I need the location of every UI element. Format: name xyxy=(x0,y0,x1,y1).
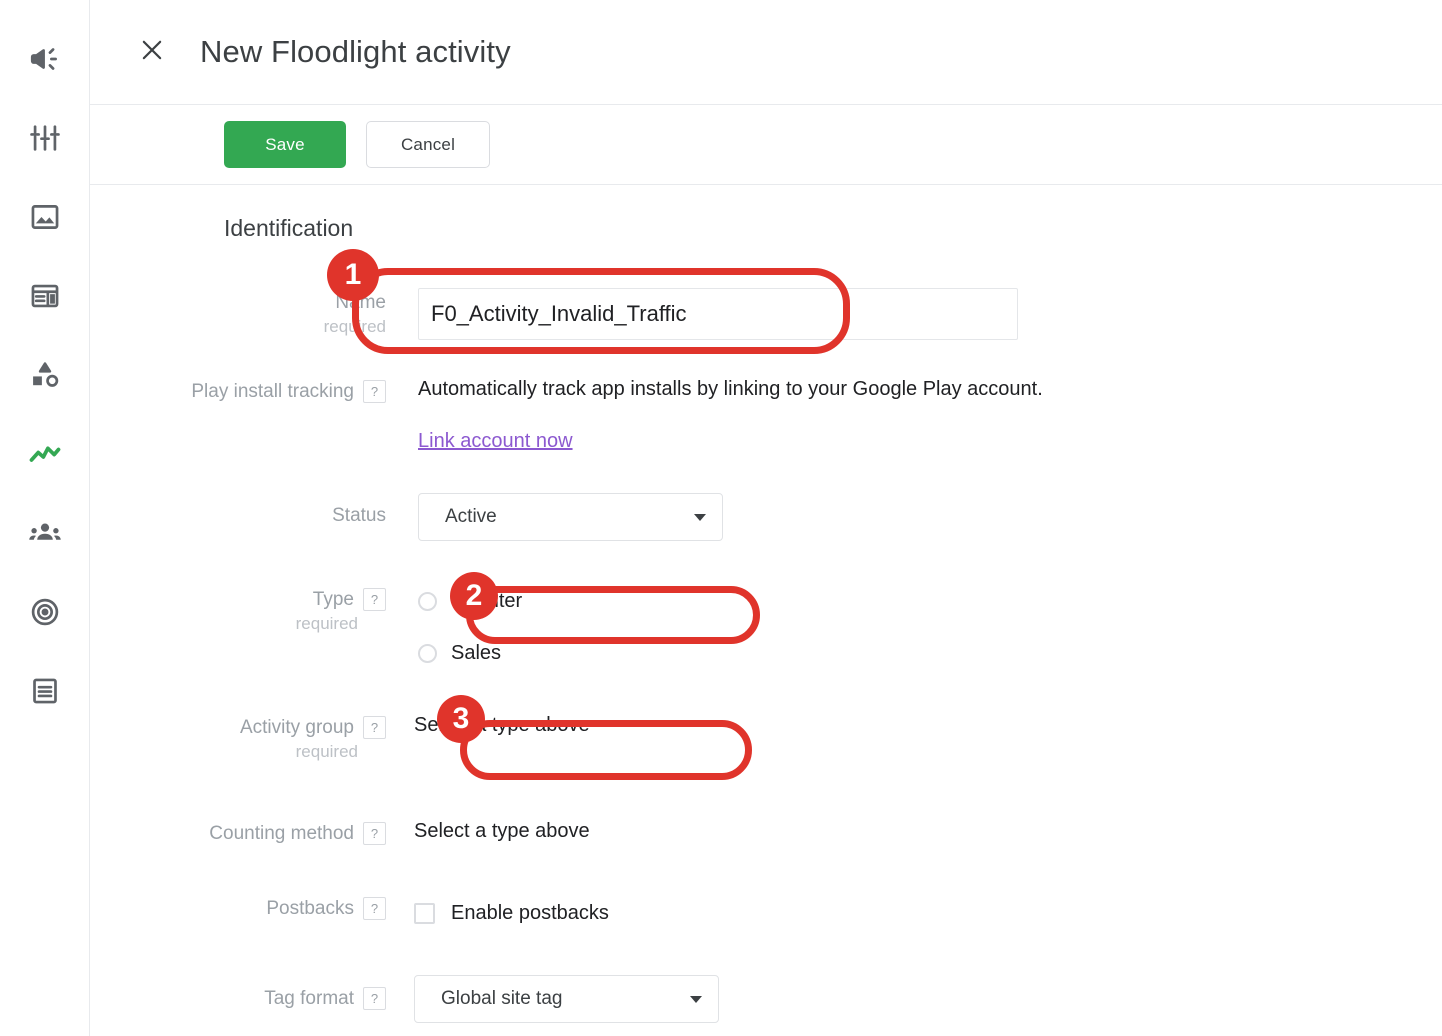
help-question-icon[interactable]: ? xyxy=(363,588,386,611)
save-button[interactable]: Save xyxy=(224,121,346,168)
field-row-type: Type ? required Counter Sales xyxy=(90,580,1442,674)
type-counter-label: Counter xyxy=(451,590,522,613)
section-title-identification: Identification xyxy=(90,185,1442,242)
activity-group-label-cell: Activity group ? required xyxy=(90,712,400,762)
sidebar-item-audiences[interactable] xyxy=(17,504,73,562)
tune-sliders-icon xyxy=(28,121,62,155)
counting-method-field-cell: Select a type above xyxy=(400,818,1442,844)
status-label: Status xyxy=(332,505,386,527)
action-toolbar: Save Cancel xyxy=(90,105,1442,185)
type-sales-label: Sales xyxy=(451,642,501,665)
page-title: New Floodlight activity xyxy=(200,34,511,70)
close-icon xyxy=(137,35,167,70)
postbacks-label-cell: Postbacks ? xyxy=(90,893,400,920)
chevron-down-icon xyxy=(694,514,706,521)
sidebar-item-placements[interactable] xyxy=(17,267,73,325)
postbacks-label: Postbacks xyxy=(266,898,354,920)
application-window: New Floodlight activity Save Cancel Iden… xyxy=(0,0,1442,1036)
tag-format-label: Tag format xyxy=(264,988,354,1010)
field-row-counting-method: Counting method ? Select a type above xyxy=(90,818,1442,845)
type-label-cell: Type ? required xyxy=(90,580,400,634)
sidebar-item-reporting[interactable] xyxy=(17,425,73,483)
checkbox-unchecked-icon xyxy=(414,903,435,924)
counting-method-value: Select a type above xyxy=(414,818,1442,844)
enable-postbacks-label: Enable postbacks xyxy=(451,902,609,925)
activity-group-field-cell: Select a type above xyxy=(400,712,1442,738)
type-label: Type xyxy=(313,589,354,611)
activity-group-required-label: required xyxy=(90,742,386,762)
help-question-icon[interactable]: ? xyxy=(363,380,386,403)
list-document-icon xyxy=(28,674,62,708)
play-install-field-cell: Automatically track app installs by link… xyxy=(400,376,1442,453)
type-sales-option[interactable]: Sales xyxy=(418,632,1442,674)
name-label-cell: Name required xyxy=(90,288,400,337)
name-field-cell xyxy=(400,288,1442,340)
people-group-icon xyxy=(28,516,62,550)
sidebar-item-campaigns[interactable] xyxy=(17,30,73,88)
help-question-icon[interactable]: ? xyxy=(363,897,386,920)
play-install-label: Play install tracking xyxy=(191,381,354,403)
status-field-cell: Active xyxy=(400,493,1442,541)
main-panel: New Floodlight activity Save Cancel Iden… xyxy=(90,0,1442,1036)
status-select-value: Active xyxy=(445,506,497,528)
left-nav-rail xyxy=(0,0,90,1036)
type-field-cell: Counter Sales xyxy=(400,580,1442,674)
megaphone-icon xyxy=(28,42,62,76)
form-body: Identification Name required xyxy=(90,185,1442,1036)
name-input[interactable] xyxy=(418,288,1018,340)
sidebar-item-inventory[interactable] xyxy=(17,346,73,404)
field-row-activity-group: Activity group ? required Select a type … xyxy=(90,712,1442,762)
layout-card-icon xyxy=(28,279,62,313)
trending-line-icon xyxy=(27,436,63,472)
chevron-down-icon xyxy=(690,996,702,1003)
shapes-icon xyxy=(28,358,62,392)
play-install-label-cell: Play install tracking ? xyxy=(90,376,400,403)
activity-group-value[interactable]: Select a type above xyxy=(414,712,1442,738)
activity-group-label: Activity group xyxy=(240,717,354,739)
page-header: New Floodlight activity xyxy=(90,0,1442,105)
name-label: Name xyxy=(335,292,386,314)
target-icon xyxy=(28,595,62,629)
sidebar-item-tune[interactable] xyxy=(17,109,73,167)
enable-postbacks-checkbox-row[interactable]: Enable postbacks xyxy=(414,893,1442,933)
postbacks-field-cell: Enable postbacks xyxy=(400,893,1442,933)
cancel-button[interactable]: Cancel xyxy=(366,121,490,168)
image-icon xyxy=(28,200,62,234)
field-row-postbacks: Postbacks ? Enable postbacks xyxy=(90,893,1442,933)
tag-format-select[interactable]: Global site tag xyxy=(414,975,719,1023)
counting-method-label: Counting method xyxy=(209,823,354,845)
field-row-tag-format: Tag format ? Global site tag xyxy=(90,975,1442,1023)
sidebar-item-creatives[interactable] xyxy=(17,188,73,246)
help-question-icon[interactable]: ? xyxy=(363,822,386,845)
field-row-status: Status Active xyxy=(90,493,1442,541)
radio-unselected-icon xyxy=(418,592,437,611)
help-question-icon[interactable]: ? xyxy=(363,716,386,739)
identification-form: Name required Play install tracking ? xyxy=(90,242,1442,1023)
counting-method-label-cell: Counting method ? xyxy=(90,818,400,845)
field-row-play-install-tracking: Play install tracking ? Automatically tr… xyxy=(90,376,1442,453)
status-label-cell: Status xyxy=(90,493,400,527)
type-required-label: required xyxy=(90,614,386,634)
name-required-label: required xyxy=(90,317,386,337)
status-select[interactable]: Active xyxy=(418,493,723,541)
sidebar-item-admin[interactable] xyxy=(17,662,73,720)
tag-format-label-cell: Tag format ? xyxy=(90,975,400,1010)
link-account-now-link[interactable]: Link account now xyxy=(418,430,573,453)
radio-unselected-icon xyxy=(418,644,437,663)
help-question-icon[interactable]: ? xyxy=(363,987,386,1010)
play-install-description: Automatically track app installs by link… xyxy=(418,376,1442,402)
sidebar-item-floodlight[interactable] xyxy=(17,583,73,641)
tag-format-select-value: Global site tag xyxy=(441,988,562,1010)
field-row-name: Name required xyxy=(90,288,1442,340)
close-button[interactable] xyxy=(130,30,174,74)
type-counter-option[interactable]: Counter xyxy=(418,580,1442,622)
tag-format-field-cell: Global site tag xyxy=(400,975,1442,1023)
